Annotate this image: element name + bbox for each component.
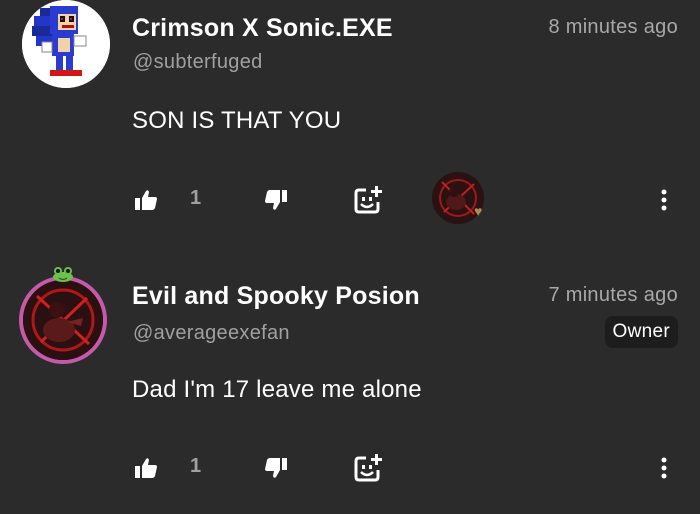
add-reaction-icon — [354, 186, 382, 214]
like-count: 1 — [190, 187, 202, 209]
avatar-image — [19, 276, 107, 364]
like-button[interactable] — [128, 180, 164, 220]
avatar[interactable] — [19, 267, 115, 364]
like-button[interactable] — [128, 448, 164, 488]
comment-timestamp: 8 minutes ago — [548, 16, 678, 38]
comment: Evil and Spooky Posion @averageexefan 7 … — [0, 258, 700, 514]
comment-author[interactable]: Crimson X Sonic.EXE — [132, 14, 393, 43]
comment-handle[interactable]: @averageexefan — [133, 322, 290, 345]
more-options-button[interactable] — [646, 180, 682, 220]
comment-text: SON IS THAT YOU — [132, 107, 342, 134]
frog-icon — [53, 267, 73, 282]
dislike-button[interactable] — [258, 448, 294, 488]
add-reaction-button[interactable] — [350, 448, 386, 488]
thumbs-up-icon — [135, 458, 157, 478]
thumbs-up-icon — [135, 190, 157, 210]
dark-character-avatar-icon — [23, 280, 103, 360]
heart-icon: ♥ — [474, 203, 483, 219]
comment-timestamp: 7 minutes ago — [548, 284, 678, 306]
sonic-exe-avatar-icon — [22, 0, 110, 88]
comment-actions: 1 — [0, 448, 700, 488]
avatar[interactable] — [22, 0, 110, 88]
dislike-button[interactable] — [258, 180, 294, 220]
reaction-user[interactable]: ♥ — [432, 172, 488, 228]
comments-page: Crimson X Sonic.EXE @subterfuged 8 minut… — [0, 0, 700, 514]
more-options-button[interactable] — [646, 448, 682, 488]
thumbs-down-icon — [265, 190, 287, 210]
like-count: 1 — [190, 455, 202, 477]
comment-author[interactable]: Evil and Spooky Posion — [132, 282, 420, 311]
comment-handle[interactable]: @subterfuged — [133, 51, 263, 74]
comment-text: Dad I'm 17 leave me alone — [132, 376, 422, 403]
owner-badge: Owner — [604, 316, 678, 348]
comment: Crimson X Sonic.EXE @subterfuged 8 minut… — [0, 0, 700, 250]
add-reaction-icon — [354, 454, 382, 482]
more-vertical-icon — [661, 457, 667, 479]
more-vertical-icon — [661, 189, 667, 211]
thumbs-down-icon — [265, 458, 287, 478]
add-reaction-button[interactable] — [350, 180, 386, 220]
comment-actions: 1 — [0, 172, 700, 224]
